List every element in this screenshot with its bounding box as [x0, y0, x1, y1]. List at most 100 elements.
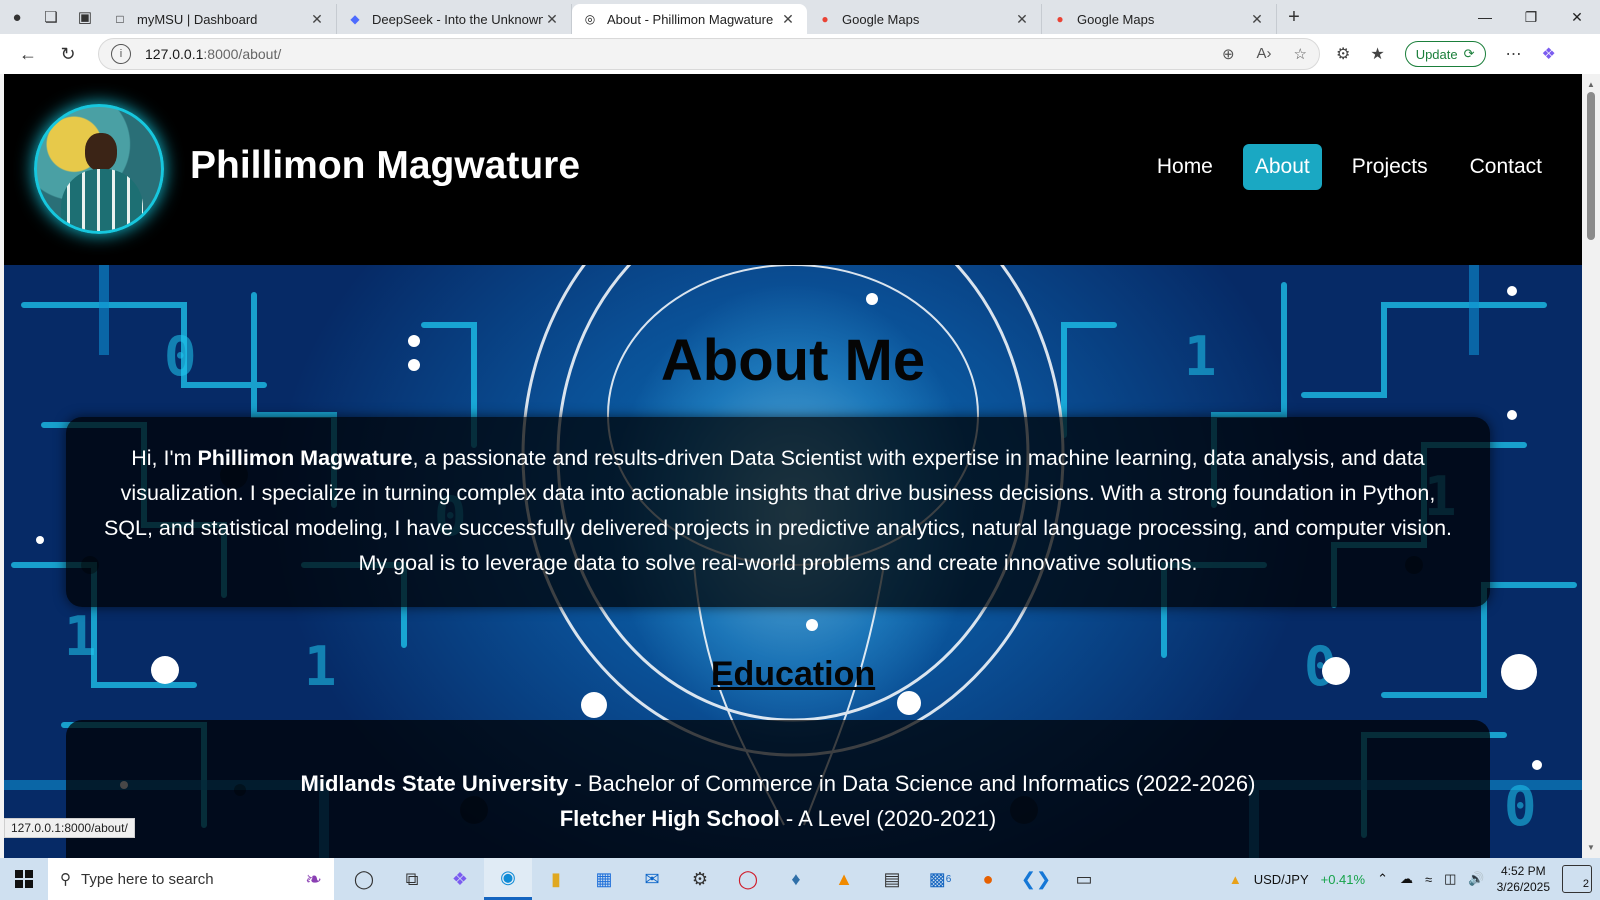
site-title: Phillimon Magwature: [190, 144, 581, 187]
profile-avatar: [34, 104, 164, 234]
ticker-symbol[interactable]: USD/JPY: [1254, 872, 1309, 887]
close-window-icon[interactable]: ✕: [1554, 0, 1600, 34]
search-placeholder: Type here to search: [81, 870, 214, 888]
terminal-icon[interactable]: ▭: [1060, 858, 1108, 900]
refresh-icon[interactable]: ↻: [48, 36, 88, 72]
python-icon[interactable]: ♦: [772, 858, 820, 900]
back-icon[interactable]: ←: [8, 36, 48, 72]
browser-toolbar: ← ↻ i 127.0.0.1:8000/about/ ⊕ A› ☆ ⚙ ★ U…: [0, 34, 1600, 74]
windows-start-icon[interactable]: [0, 858, 48, 900]
scroll-up-icon[interactable]: ▲: [1587, 80, 1595, 89]
workspaces-icon[interactable]: ❏: [34, 0, 68, 34]
taskbar-apps: ◯ ⧉ ❖ ◉ ▮ ▦ ✉ ⚙ ◯ ♦ ▲ ▤ ▩ 6 ● ❮❯ ▭: [340, 858, 1108, 900]
battery-icon[interactable]: ◫: [1444, 871, 1456, 887]
close-icon[interactable]: ✕: [779, 11, 797, 28]
tab-title: About - Phillimon Magwature: [607, 11, 774, 27]
messages-badge: 6: [945, 873, 952, 885]
education-card: Midlands State University - Bachelor of …: [66, 720, 1490, 858]
store-icon[interactable]: ▦: [580, 858, 628, 900]
wifi-icon[interactable]: ≈: [1425, 872, 1432, 887]
update-label: Update: [1415, 46, 1458, 62]
svg-text:0: 0: [1504, 775, 1537, 838]
close-icon[interactable]: ✕: [543, 11, 561, 28]
clock-date: 3/26/2025: [1496, 880, 1550, 894]
scrollbar-thumb[interactable]: [1587, 92, 1595, 240]
nav-home[interactable]: Home: [1145, 144, 1225, 190]
more-icon[interactable]: ⋯: [1506, 44, 1522, 64]
new-tab-button[interactable]: +: [1277, 6, 1311, 29]
copilot-icon[interactable]: ❖: [1542, 44, 1556, 64]
cortana-icon[interactable]: ◯: [340, 858, 388, 900]
about-intro-card: Hi, I'm Phillimon Magwature, a passionat…: [66, 417, 1490, 607]
close-icon[interactable]: ✕: [1013, 11, 1031, 28]
tab-title: Google Maps: [842, 11, 920, 27]
clock-time: 4:52 PM: [1500, 864, 1546, 878]
close-icon[interactable]: ✕: [308, 11, 326, 28]
scroll-down-icon[interactable]: ▼: [1587, 843, 1595, 852]
site-nav: Home About Projects Contact: [1145, 144, 1554, 190]
extensions-icon[interactable]: ⚙: [1336, 44, 1350, 64]
maps-pin-icon: ●: [1056, 12, 1064, 26]
opera-icon[interactable]: ◯: [724, 858, 772, 900]
tab-title: DeepSeek - Into the Unknown: [372, 11, 543, 27]
update-button[interactable]: Update ⟳: [1404, 41, 1486, 67]
ticker-icon: ▲: [1228, 871, 1242, 887]
favorites-icon[interactable]: ★: [1370, 44, 1384, 64]
volume-icon[interactable]: 🔊: [1468, 871, 1484, 887]
browser-tab-strip: ● ❏ ▣ □ myMSU | Dashboard ✕ ◆ DeepSeek -…: [0, 0, 1600, 34]
avatar-head: [85, 133, 117, 171]
status-bar-url: 127.0.0.1:8000/about/: [4, 818, 135, 838]
copilot-app-icon[interactable]: ❖: [436, 858, 484, 900]
vscode-icon[interactable]: ❮❯: [1012, 858, 1060, 900]
system-tray: ▲ USD/JPY +0.41% ⌃ ☁ ≈ ◫ 🔊 4:52 PM 3/26/…: [1229, 863, 1600, 895]
page-scrollbar[interactable]: ▲ ▼: [1582, 74, 1600, 858]
address-bar[interactable]: i 127.0.0.1:8000/about/ ⊕ A› ☆: [98, 38, 1320, 70]
deepseek-icon: ◆: [350, 12, 360, 26]
zoom-icon[interactable]: ⊕: [1222, 45, 1235, 63]
edge-browser-icon[interactable]: ◉: [484, 858, 532, 900]
outlook-icon[interactable]: ✉: [628, 858, 676, 900]
education-school: Midlands State University: [300, 771, 569, 796]
profile-icon[interactable]: ●: [0, 0, 34, 34]
minimize-icon[interactable]: —: [1462, 0, 1508, 34]
nav-contact[interactable]: Contact: [1458, 144, 1554, 190]
task-view-icon[interactable]: ⧉: [388, 858, 436, 900]
taskbar-clock[interactable]: 4:52 PM 3/26/2025: [1497, 863, 1550, 895]
browser-tab-2[interactable]: ◆ DeepSeek - Into the Unknown ✕: [337, 4, 572, 34]
vlc-icon[interactable]: ▲: [820, 858, 868, 900]
messages-icon[interactable]: ▩ 6: [916, 858, 964, 900]
close-icon[interactable]: ✕: [1248, 11, 1266, 28]
firefox-icon[interactable]: ●: [964, 858, 1012, 900]
window-controls: — ❐ ✕: [1462, 0, 1600, 34]
notification-count: 2: [1582, 878, 1589, 890]
read-aloud-icon[interactable]: A›: [1257, 45, 1272, 63]
globe-icon: ◎: [584, 12, 596, 26]
restore-icon[interactable]: ❐: [1508, 0, 1554, 34]
tab-title: Google Maps: [1077, 11, 1155, 27]
page-icon: □: [116, 12, 124, 26]
page-viewport: Phillimon Magwature Home About Projects …: [4, 74, 1582, 858]
taskbar-search[interactable]: ⚲ Type here to search ❧: [48, 858, 334, 900]
nav-about[interactable]: About: [1242, 144, 1322, 190]
settings-app-icon[interactable]: ⚙: [676, 858, 724, 900]
notification-center-icon[interactable]: 2: [1562, 865, 1592, 893]
education-item: Midlands State University - Bachelor of …: [100, 766, 1456, 801]
address-host: 127.0.0.1: [145, 46, 204, 62]
site-info-icon[interactable]: i: [111, 44, 131, 64]
update-icon: ⟳: [1463, 46, 1475, 61]
browser-tab-3[interactable]: ◎ About - Phillimon Magwature ✕: [572, 4, 807, 34]
onedrive-icon[interactable]: ☁: [1400, 871, 1413, 887]
maps-pin-icon: ●: [821, 12, 829, 26]
browser-tab-4[interactable]: ● Google Maps ✕: [807, 4, 1042, 34]
intro-prefix: Hi, I'm: [131, 446, 198, 470]
file-explorer-icon[interactable]: ▮: [532, 858, 580, 900]
tray-chevron-icon[interactable]: ⌃: [1377, 871, 1388, 887]
browser-tab-5[interactable]: ● Google Maps ✕: [1042, 4, 1277, 34]
browser-tab-1[interactable]: □ myMSU | Dashboard ✕: [102, 4, 337, 34]
about-hero: 0 1 0 1 0 1 1 0: [4, 265, 1582, 858]
education-school: Fletcher High School: [559, 806, 780, 831]
favorite-star-icon[interactable]: ☆: [1294, 45, 1307, 63]
nav-projects[interactable]: Projects: [1340, 144, 1440, 190]
tab-actions-icon[interactable]: ▣: [68, 0, 102, 34]
documents-icon[interactable]: ▤: [868, 858, 916, 900]
